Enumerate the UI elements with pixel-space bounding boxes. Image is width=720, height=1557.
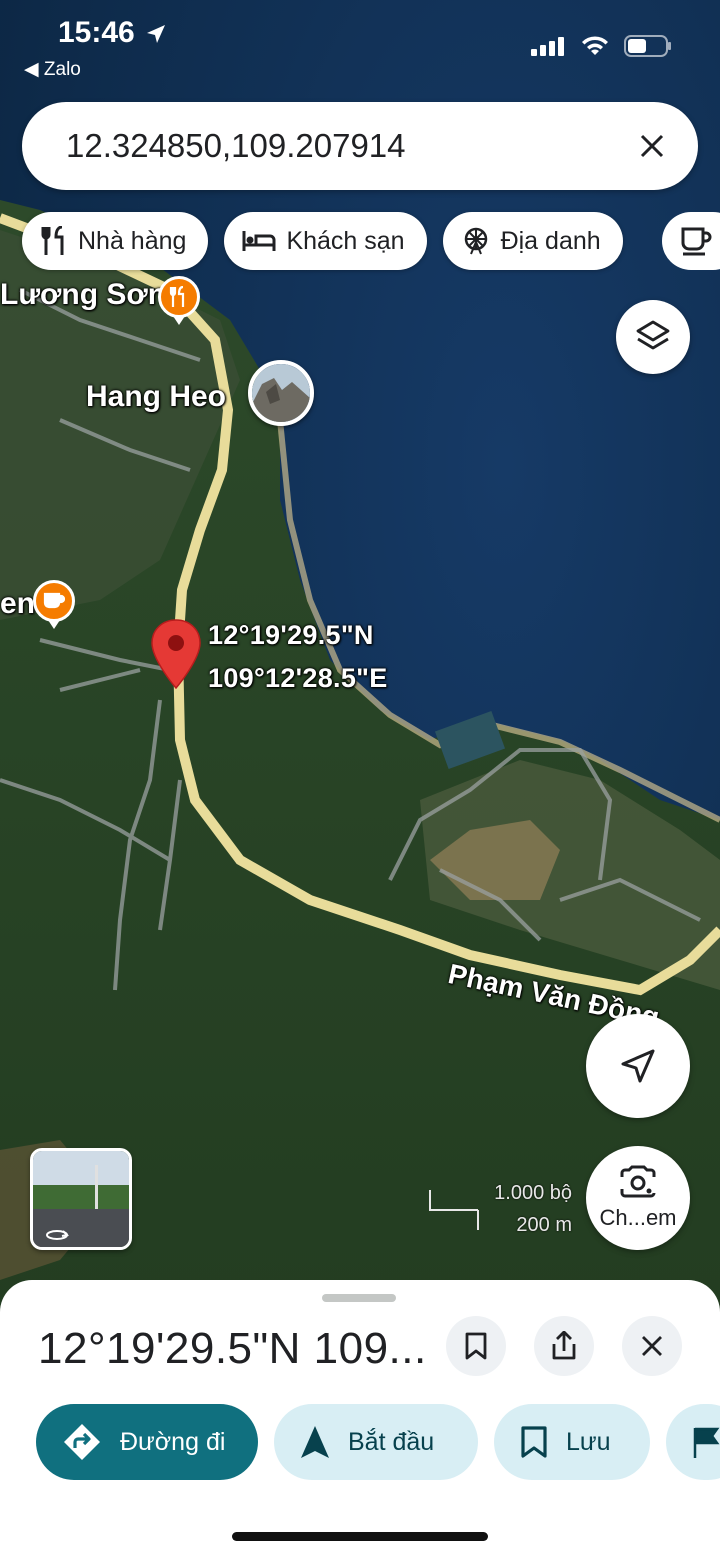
bookmark-icon	[465, 1332, 487, 1360]
directions-label: Đường đi	[120, 1427, 226, 1456]
start-navigation-button[interactable]: Bắt đầu	[274, 1404, 478, 1480]
lens-label: Ch...em	[599, 1205, 677, 1230]
chip-coffee[interactable]	[662, 212, 720, 270]
home-indicator[interactable]	[232, 1532, 488, 1541]
battery-icon	[624, 35, 671, 57]
map-scale: 1.000 bộ 200 m	[428, 1180, 578, 1240]
close-icon	[642, 1336, 662, 1356]
chip-hotels[interactable]: Khách sạn	[224, 212, 427, 270]
chip-label: Nhà hàng	[78, 226, 187, 255]
ferris-wheel-icon	[464, 227, 487, 255]
bookmark-icon	[521, 1426, 547, 1458]
lens-button[interactable]: Ch...em	[586, 1146, 690, 1250]
label-flag-button[interactable]	[666, 1404, 720, 1480]
navigation-arrow-icon	[621, 1049, 655, 1083]
search-input[interactable]: 12.324850,109.207914	[66, 127, 634, 165]
cafe-poi-marker[interactable]	[33, 580, 75, 622]
start-label: Bắt đầu	[348, 1427, 435, 1456]
status-time: 15:46	[58, 16, 167, 50]
cellular-signal-icon	[531, 37, 564, 56]
directions-button[interactable]: Đường đi	[36, 1404, 258, 1480]
status-time-text: 15:46	[58, 16, 135, 49]
close-sheet-button[interactable]	[622, 1316, 682, 1376]
coffee-cup-icon	[43, 592, 65, 609]
street-view-thumbnail[interactable]	[30, 1148, 132, 1250]
share-button[interactable]	[534, 1316, 594, 1376]
layers-button[interactable]	[616, 300, 690, 374]
save-label: Lưu	[566, 1427, 611, 1456]
scale-metric: 200 m	[516, 1214, 572, 1236]
my-location-button[interactable]	[586, 1014, 690, 1118]
hang-heo-photo-marker[interactable]	[248, 360, 314, 426]
bed-icon	[242, 231, 276, 251]
place-label-luong-son[interactable]: Lương Sơn	[0, 278, 166, 312]
clear-search-button[interactable]	[634, 128, 670, 164]
chip-restaurants[interactable]: Nhà hàng	[22, 212, 209, 270]
landmark-photo-thumbnail	[252, 364, 310, 422]
status-icons	[530, 34, 672, 58]
wifi-icon	[582, 36, 608, 55]
search-bar[interactable]: 12.324850,109.207914	[22, 102, 698, 190]
location-arrow-icon	[147, 25, 166, 44]
save-icon-button[interactable]	[446, 1316, 506, 1376]
flag-icon	[693, 1427, 720, 1458]
scale-imperial: 1.000 bộ	[494, 1182, 572, 1204]
action-buttons: Đường đi Bắt đầu Lưu	[36, 1404, 650, 1480]
place-label-partial-cafe[interactable]: en	[0, 587, 35, 621]
fork-knife-icon	[169, 286, 185, 307]
dropped-pin-icon[interactable]	[150, 618, 202, 692]
layers-icon	[636, 320, 670, 350]
place-title: 12°19'29.5"N 109...	[38, 1324, 427, 1373]
camera-lens-icon	[620, 1165, 656, 1198]
directions-icon	[64, 1424, 100, 1460]
pin-latitude-label: 12°19'29.5"N	[208, 620, 374, 650]
place-bottom-sheet[interactable]: 12°19'29.5"N 109... Đường đi Bắt đầu Lưu	[0, 1280, 720, 1557]
drag-handle[interactable]	[322, 1294, 396, 1302]
share-icon	[552, 1331, 576, 1360]
chip-attractions[interactable]: Địa danh	[442, 212, 623, 270]
category-chips: Nhà hàng Khách sạn Địa danh	[22, 212, 623, 270]
close-icon	[640, 134, 664, 158]
back-to-app-link[interactable]: ◀ Zalo	[24, 58, 81, 81]
chip-label: Khách sạn	[286, 226, 405, 255]
save-button[interactable]: Lưu	[494, 1404, 650, 1480]
coffee-cup-icon	[681, 227, 712, 256]
navigation-arrow-icon	[301, 1426, 329, 1458]
fork-knife-icon	[41, 226, 64, 255]
place-label-hang-heo[interactable]: Hang Heo	[86, 380, 226, 414]
street-view-image	[33, 1151, 129, 1247]
restaurant-poi-marker[interactable]	[158, 276, 200, 318]
chip-label: Địa danh	[500, 226, 601, 255]
pin-longitude-label: 109°12'28.5"E	[208, 663, 388, 693]
